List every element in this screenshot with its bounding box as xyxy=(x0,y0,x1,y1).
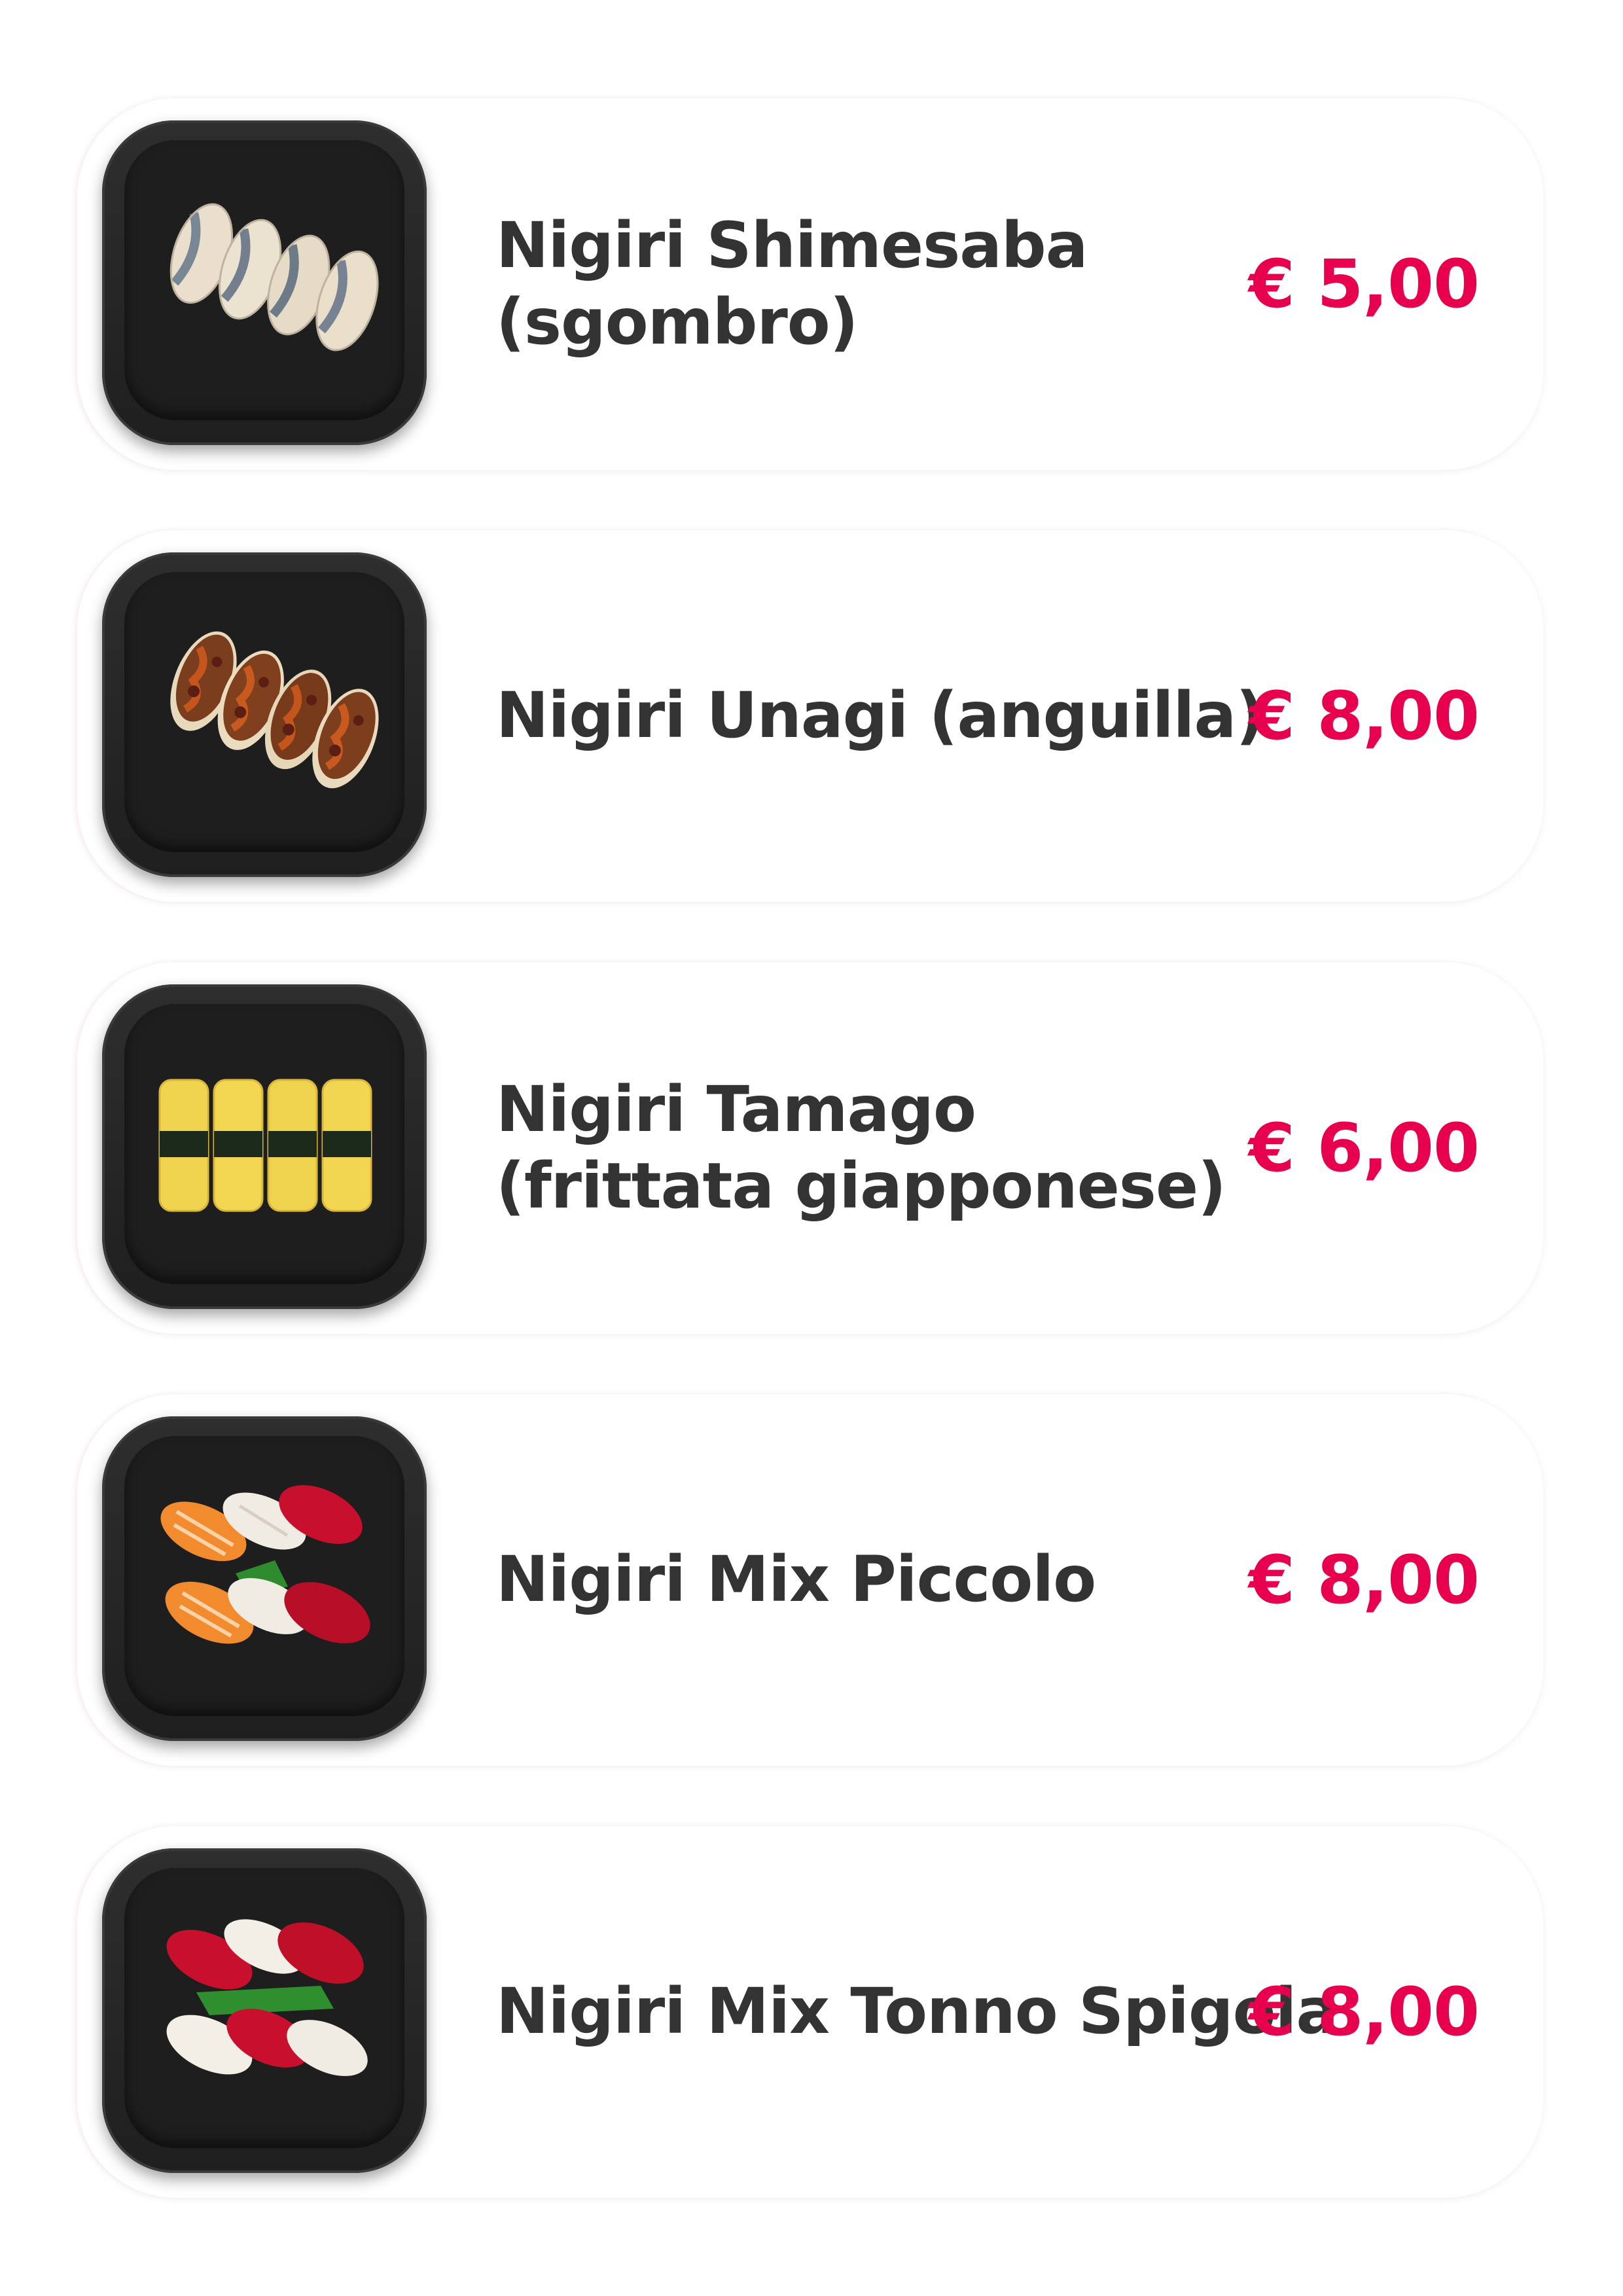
item-name-line-1: Nigiri Unagi (anguilla) xyxy=(496,679,1264,753)
item-price: € 6,00 xyxy=(1248,1109,1480,1187)
menu-item-tamago[interactable]: Nigiri Tamago (frittata giapponese) € 6,… xyxy=(77,962,1543,1334)
tamago-nigiri-image xyxy=(124,1004,404,1284)
menu-item-shimesaba[interactable]: Nigiri Shimesaba (sgombro) € 5,00 xyxy=(77,98,1543,470)
mackerel-nigiri-image xyxy=(124,140,404,420)
item-name: Nigiri Tamago (frittata giapponese) xyxy=(496,962,1340,1334)
item-name-line-1: Nigiri Tamago xyxy=(496,1072,976,1146)
item-name-line-2: (sgombro) xyxy=(496,285,859,359)
item-image-frame xyxy=(102,1848,427,2173)
item-image-frame xyxy=(102,552,427,877)
item-price: € 8,00 xyxy=(1248,1973,1480,2051)
item-image-frame xyxy=(102,120,427,445)
menu-item-mix-piccolo[interactable]: Nigiri Mix Piccolo € 8,00 xyxy=(77,1394,1543,1766)
item-price: € 8,00 xyxy=(1248,1541,1480,1619)
item-name: Nigiri Mix Tonno Spigola xyxy=(496,1826,1340,2198)
item-name: Nigiri Unagi (anguilla) xyxy=(496,530,1340,902)
menu-list: Nigiri Shimesaba (sgombro) € 5,00 Nigiri… xyxy=(0,0,1623,2296)
item-name: Nigiri Mix Piccolo xyxy=(496,1394,1340,1766)
menu-item-unagi[interactable]: Nigiri Unagi (anguilla) € 8,00 xyxy=(77,530,1543,902)
menu-item-mix-tonno-spigola[interactable]: Nigiri Mix Tonno Spigola € 8,00 xyxy=(77,1826,1543,2198)
item-price: € 8,00 xyxy=(1248,677,1480,755)
tuna-seabass-nigiri-image xyxy=(124,1868,404,2148)
item-name-line-1: Nigiri Shimesaba xyxy=(496,208,1088,282)
item-name-line-2: (frittata giapponese) xyxy=(496,1149,1226,1223)
item-name-line-1: Nigiri Mix Tonno Spigola xyxy=(496,1975,1338,2049)
item-image-frame xyxy=(102,1416,427,1741)
eel-nigiri-image xyxy=(124,572,404,852)
item-image-frame xyxy=(102,984,427,1309)
item-price: € 5,00 xyxy=(1248,245,1480,323)
mixed-nigiri-image xyxy=(124,1436,404,1716)
item-name: Nigiri Shimesaba (sgombro) xyxy=(496,98,1340,470)
item-name-line-1: Nigiri Mix Piccolo xyxy=(496,1543,1096,1617)
